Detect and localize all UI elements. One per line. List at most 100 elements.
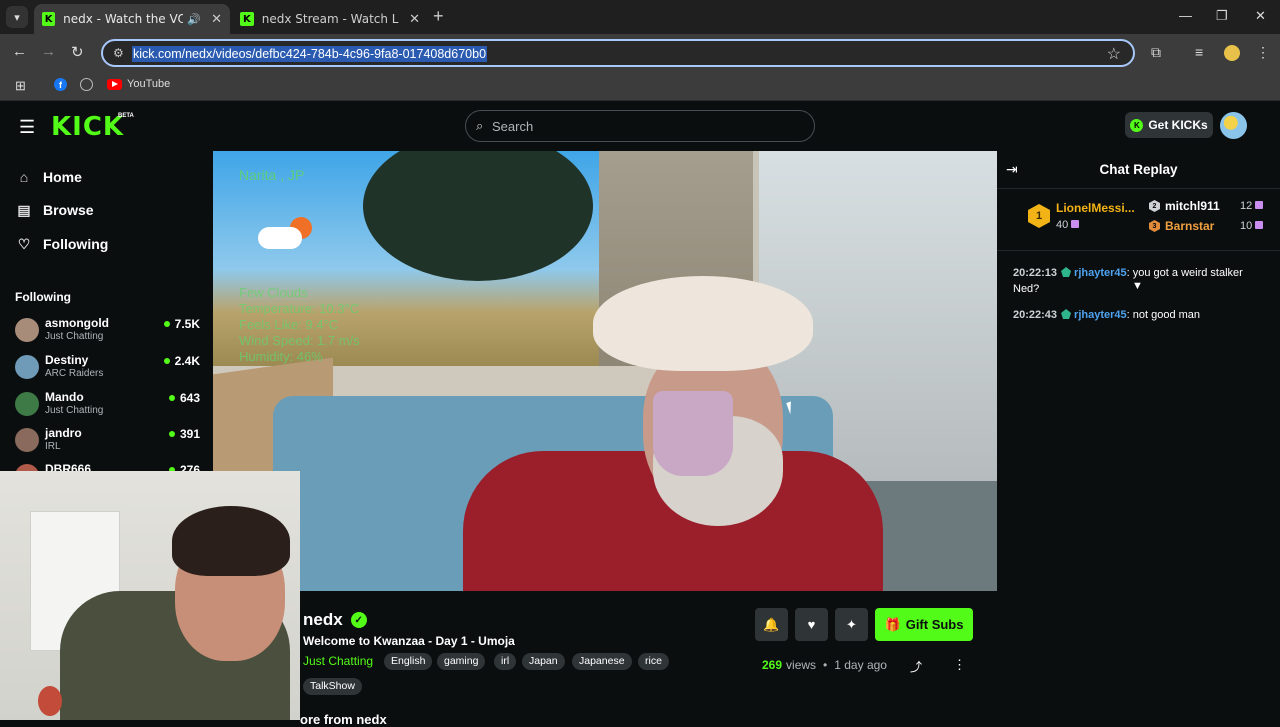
chat-panel: ⇥ Chat Replay 1 LionelMessi... 40 2 mitc… xyxy=(997,151,1280,720)
minimize-button[interactable]: — xyxy=(1179,8,1192,23)
followed-channel[interactable]: Destiny ARC Raiders 2.4K xyxy=(15,351,200,385)
extensions-icon[interactable]: ⧉ xyxy=(1151,44,1161,61)
tab-title: nedx - Watch the VOD on Kick xyxy=(63,12,184,26)
menu-icon[interactable]: ☰ xyxy=(19,117,35,138)
follow-button[interactable]: ♥ xyxy=(795,608,828,641)
chat-message: 20:22:13 rjhayter45: you got a weird stal… xyxy=(1013,265,1263,297)
video-player[interactable]: Narita , JP Few Clouds Temperature: 10.3… xyxy=(213,151,997,591)
gift-subs-button[interactable]: 🎁 Gift Subs xyxy=(875,608,973,641)
channel-name: Destiny xyxy=(45,353,89,367)
share-icon[interactable]: ⤴ xyxy=(910,658,922,675)
tag-chip[interactable]: Japan xyxy=(522,653,565,670)
weather-details: Few Clouds Temperature: 10.3°C Feels Lik… xyxy=(239,285,360,365)
weather-line: Temperature: 10.3°C xyxy=(239,301,360,316)
leaderboard-name[interactable]: LionelMessi... xyxy=(1056,201,1135,215)
forward-button[interactable]: → xyxy=(41,43,56,60)
facebook-bookmark[interactable]: f xyxy=(54,78,67,91)
tab-title: nedx Stream - Watch Live on Kick xyxy=(261,12,399,26)
leaderboard-value: 12 xyxy=(1240,200,1264,212)
address-bar[interactable]: ⚙ kick.com/nedx/videos/defbc424-784b-4c9… xyxy=(101,39,1135,67)
get-kicks-button[interactable]: K Get KICKs xyxy=(1125,112,1213,138)
leaderboard-value: 40 xyxy=(1056,219,1080,231)
stream-category-link[interactable]: Just Chatting xyxy=(303,654,373,668)
tab-vod[interactable]: K nedx - Watch the VOD on Kick 🔊 ✕ xyxy=(34,4,230,34)
more-options-icon[interactable]: ⋮ xyxy=(953,657,966,673)
new-tab-button[interactable]: + xyxy=(433,6,444,27)
apps-grid-icon[interactable]: ⊞ xyxy=(15,78,26,94)
tab-search-button[interactable]: ▾ xyxy=(6,6,28,28)
tag-chip[interactable]: English xyxy=(384,653,433,670)
restore-button[interactable]: ❐ xyxy=(1216,8,1228,24)
notification-bell-button[interactable]: 🔔 xyxy=(755,608,788,641)
avatar xyxy=(15,355,39,379)
beta-badge: BETA xyxy=(118,113,134,119)
user-avatar[interactable] xyxy=(1220,112,1247,139)
speaker-icon[interactable]: 🔊 xyxy=(187,13,201,26)
channel-name[interactable]: nedx xyxy=(303,610,343,630)
followed-channel[interactable]: jandro IRL 391 xyxy=(15,424,200,458)
browser-tab-bar: ▾ K nedx - Watch the VOD on Kick 🔊 ✕ K n… xyxy=(0,0,1280,34)
browser-menu-icon[interactable]: ⋮ xyxy=(1256,44,1270,61)
tag-chip[interactable]: rice xyxy=(638,653,669,670)
webcam-person-hair xyxy=(172,506,290,576)
avatar xyxy=(15,392,39,416)
webcam-overlay xyxy=(0,471,300,720)
bell-icon: 🔔 xyxy=(763,616,780,632)
message-timestamp: 20:22:43 xyxy=(1013,309,1058,321)
message-username[interactable]: rjhayter45 xyxy=(1074,309,1127,321)
gift-icon: 🎁 xyxy=(884,616,901,632)
tag-chip[interactable]: TalkShow xyxy=(303,678,362,695)
channel-name: Mando xyxy=(45,390,84,404)
reload-button[interactable]: ↻ xyxy=(71,43,84,61)
close-tab-icon[interactable]: ✕ xyxy=(409,12,420,27)
avatar xyxy=(15,318,39,342)
sparkle-icon: ✦ xyxy=(846,616,857,632)
chat-title: Chat Replay xyxy=(1099,162,1178,177)
weather-line: Humidity: 46% xyxy=(239,349,323,364)
followed-channel[interactable]: Mando Just Chatting 643 xyxy=(15,388,200,422)
viewer-count: 643 xyxy=(169,391,200,405)
site-info-icon[interactable]: ⚙ xyxy=(113,46,124,60)
sparkle-button[interactable]: ✦ xyxy=(835,608,868,641)
back-button[interactable]: ← xyxy=(12,43,27,60)
viewer-count: 7.5K xyxy=(164,317,200,331)
kicks-coin-icon: K xyxy=(1130,118,1144,132)
youtube-bookmark[interactable]: YouTube xyxy=(107,78,170,90)
sidebar-item-following[interactable]: ♡ Following xyxy=(15,232,109,256)
sidebar-item-browse[interactable]: ▤ Browse xyxy=(15,198,93,222)
url-text[interactable]: kick.com/nedx/videos/defbc424-784b-4c96-… xyxy=(132,46,488,62)
close-window-button[interactable]: ✕ xyxy=(1255,8,1266,24)
gift-icon xyxy=(1255,201,1264,209)
profile-avatar[interactable] xyxy=(1224,45,1240,61)
leaderboard-name[interactable]: Barnstar xyxy=(1165,219,1214,233)
heart-icon: ♡ xyxy=(17,235,31,252)
leaderboard-value: 10 xyxy=(1240,220,1264,232)
rank-3-badge-icon: 3 xyxy=(1149,220,1160,232)
bookmarks-bar: ⊞ f YouTube xyxy=(0,72,1280,101)
browser-toolbar: ← → ↻ ⚙ kick.com/nedx/videos/defbc424-78… xyxy=(0,34,1280,72)
message-text: : not good man xyxy=(1126,309,1201,321)
globe-bookmark[interactable] xyxy=(80,78,93,91)
sidebar-item-home[interactable]: ⌂ Home xyxy=(15,165,82,189)
kick-logo[interactable]: KICK xyxy=(51,112,124,142)
leaderboard-name[interactable]: mitchl911 xyxy=(1165,199,1220,213)
tag-chip[interactable]: Japanese xyxy=(572,653,632,670)
verified-badge-icon: ✓ xyxy=(350,612,367,628)
search-input[interactable] xyxy=(492,117,792,135)
weather-location: Narita , JP xyxy=(239,167,305,183)
tag-chip[interactable]: gaming xyxy=(437,653,486,670)
weather-line: Few Clouds xyxy=(239,285,308,300)
channel-name-heading[interactable]: nedx ✓ xyxy=(303,610,367,630)
close-tab-icon[interactable]: ✕ xyxy=(211,12,222,27)
viewer-count: 391 xyxy=(169,427,200,441)
bookmark-star-icon[interactable]: ☆ xyxy=(1107,44,1121,64)
media-control-icon[interactable]: ≡ xyxy=(1195,44,1203,60)
weather-line: Wind Speed: 1.7 m/s xyxy=(239,333,360,348)
weather-line: Feels Like: 9.4°C xyxy=(239,317,339,332)
search-box[interactable]: ⌕ xyxy=(465,110,815,142)
message-username[interactable]: rjhayter45 xyxy=(1074,267,1127,279)
tab-live[interactable]: K nedx Stream - Watch Live on Kick ✕ xyxy=(232,4,428,34)
followed-channel[interactable]: asmongold Just Chatting 7.5K xyxy=(15,314,200,348)
tag-chip[interactable]: irl xyxy=(494,653,517,670)
view-stats: 269 views • 1 day ago xyxy=(762,658,887,672)
